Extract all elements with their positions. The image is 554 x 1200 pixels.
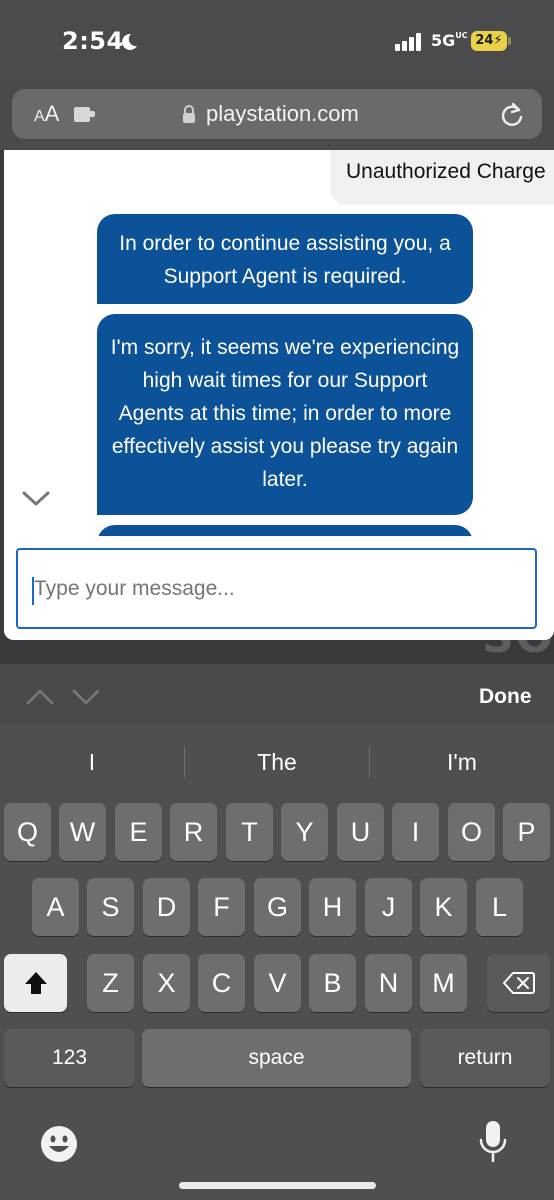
- chat-window: Unauthorized Charge In order to continue…: [4, 150, 554, 640]
- next-field-chevron-down-icon[interactable]: [72, 688, 100, 706]
- suggestion-item[interactable]: The: [185, 742, 369, 782]
- battery-level: 24: [475, 33, 494, 48]
- address-bar[interactable]: AA playstation.com: [12, 89, 542, 139]
- chat-input-area: Type your message...: [4, 536, 554, 640]
- numbers-key[interactable]: 123: [4, 1029, 135, 1087]
- network-label: 5G: [431, 31, 456, 50]
- moon-icon: [122, 33, 137, 50]
- space-key[interactable]: space: [142, 1029, 411, 1087]
- key-p[interactable]: P: [503, 803, 550, 861]
- text-size-small-label: A: [34, 108, 45, 125]
- key-k[interactable]: K: [420, 878, 467, 936]
- emoji-icon[interactable]: [40, 1125, 78, 1163]
- network-suffix: UC: [455, 31, 468, 40]
- signal-icon: [395, 33, 421, 51]
- key-m[interactable]: M: [420, 954, 467, 1012]
- key-o[interactable]: O: [448, 803, 495, 861]
- key-e[interactable]: E: [115, 803, 162, 861]
- key-h[interactable]: H: [309, 878, 356, 936]
- text-size-button[interactable]: AA: [34, 101, 59, 127]
- status-time: 2:54: [62, 27, 124, 55]
- suggestion-item[interactable]: I: [0, 742, 184, 782]
- status-bar: 2:54 5GUC 24⚡: [0, 0, 554, 84]
- key-n[interactable]: N: [365, 954, 412, 1012]
- shift-key[interactable]: [4, 954, 67, 1012]
- text-size-large-label: A: [44, 101, 60, 126]
- keyboard-toolbar: Done: [0, 664, 554, 726]
- key-r[interactable]: R: [170, 803, 217, 861]
- key-b[interactable]: B: [309, 954, 356, 1012]
- key-a[interactable]: A: [32, 878, 79, 936]
- key-f[interactable]: F: [198, 878, 245, 936]
- extension-icon[interactable]: [74, 105, 96, 122]
- suggestion-item[interactable]: I'm: [370, 742, 554, 782]
- battery-tip: [508, 37, 511, 45]
- message-input-placeholder: Type your message...: [34, 577, 235, 600]
- battery-indicator: 24⚡: [471, 31, 507, 51]
- user-message-bubble: Unauthorized Charge: [330, 150, 554, 205]
- previous-field-chevron-up-icon[interactable]: [26, 688, 54, 706]
- backspace-icon: [502, 972, 535, 994]
- agent-message-bubble: I'm sorry, it seems we're experiencing h…: [97, 314, 473, 515]
- key-u[interactable]: U: [337, 803, 384, 861]
- backspace-key[interactable]: [487, 954, 550, 1012]
- key-v[interactable]: V: [254, 954, 301, 1012]
- key-c[interactable]: C: [198, 954, 245, 1012]
- key-d[interactable]: D: [143, 878, 190, 936]
- message-input[interactable]: Type your message...: [16, 548, 537, 629]
- charging-bolt-icon: ⚡: [493, 33, 503, 48]
- agent-message-bubble: In order to continue assisting you, a Su…: [97, 214, 473, 304]
- keyboard: I The I'm Q W E R T Y U I O P A S D F G …: [0, 726, 554, 1200]
- lock-icon: [183, 105, 195, 123]
- key-s[interactable]: S: [87, 878, 134, 936]
- key-i[interactable]: I: [392, 803, 439, 861]
- shift-arrow-icon: [24, 972, 47, 994]
- key-j[interactable]: J: [365, 878, 412, 936]
- key-y[interactable]: Y: [281, 803, 328, 861]
- microphone-icon[interactable]: [478, 1120, 508, 1164]
- network-indicator: 5GUC: [431, 31, 468, 50]
- scroll-down-chevron-icon[interactable]: [21, 489, 51, 509]
- key-w[interactable]: W: [59, 803, 106, 861]
- done-button[interactable]: Done: [479, 685, 532, 709]
- key-x[interactable]: X: [143, 954, 190, 1012]
- home-indicator[interactable]: [179, 1182, 376, 1189]
- key-g[interactable]: G: [254, 878, 301, 936]
- reload-icon[interactable]: [500, 102, 524, 128]
- predictive-bar: I The I'm: [0, 742, 554, 782]
- url-text[interactable]: playstation.com: [206, 101, 359, 127]
- return-key[interactable]: return: [420, 1029, 550, 1087]
- key-z[interactable]: Z: [87, 954, 134, 1012]
- key-t[interactable]: T: [226, 803, 273, 861]
- key-q[interactable]: Q: [4, 803, 51, 861]
- key-l[interactable]: L: [476, 878, 523, 936]
